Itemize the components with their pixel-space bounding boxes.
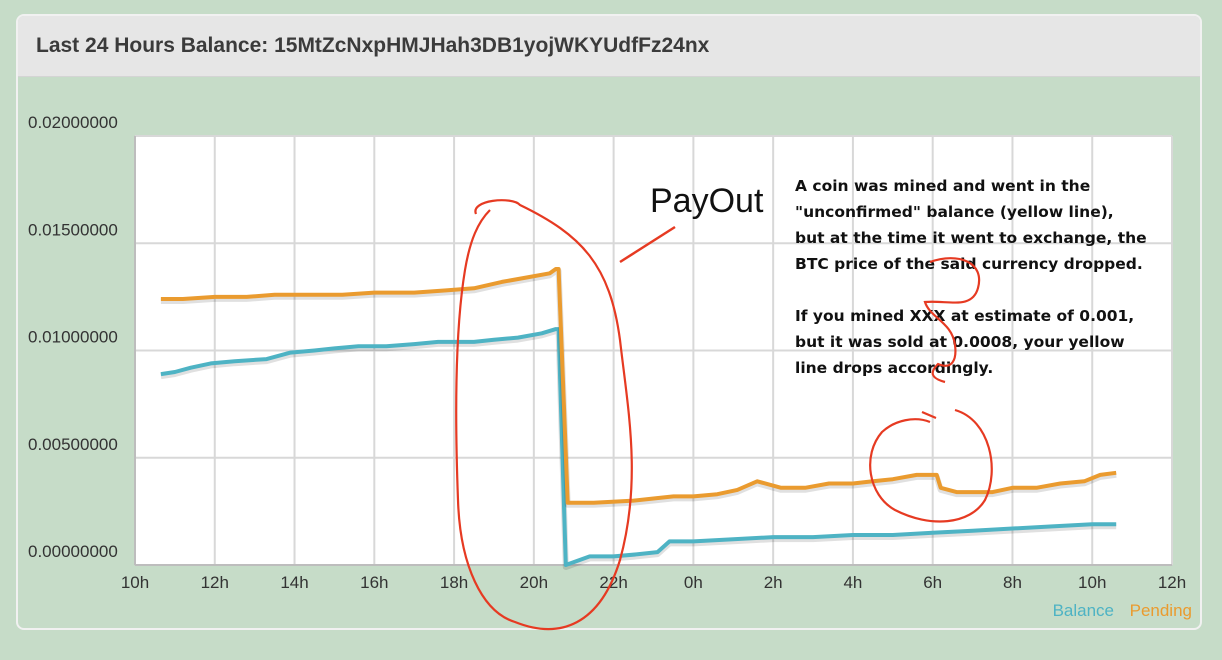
x-tick-label: 2h [764,573,783,592]
x-tick-label: 0h [684,573,703,592]
x-tick-label: 12h [201,573,229,592]
legend-balance: Balance [1053,601,1114,620]
y-tick-label: 0.02000000 [28,113,118,132]
explanation-line: but it was sold at 0.0008, your yellow [795,333,1125,351]
x-tick-label: 18h [440,573,468,592]
x-tick-label: 4h [843,573,862,592]
explanation-line: "unconfirmed" balance (yellow line), [795,203,1114,221]
x-tick-label: 10h [121,573,149,592]
x-tick-label: 8h [1003,573,1022,592]
x-tick-label: 20h [520,573,548,592]
payout-annotation-text: PayOut [650,182,764,220]
x-tick-label: 10h [1078,573,1106,592]
explanation-line: but at the time it went to exchange, the [795,229,1147,247]
legend-pending: Pending [1130,601,1192,620]
explanation-line: A coin was mined and went in the [795,177,1090,195]
x-tick-label: 6h [923,573,942,592]
explanation-line: If you mined XXX at estimate of 0.001, [795,307,1134,325]
x-tick-label: 12h [1158,573,1186,592]
y-tick-label: 0.00000000 [28,542,118,561]
y-tick-label: 0.01000000 [28,328,118,347]
explanation-line: BTC price of the said currency dropped. [795,255,1143,273]
y-tick-label: 0.00500000 [28,435,118,454]
chart-legend: Balance Pending [1053,601,1192,620]
x-tick-label: 14h [280,573,308,592]
x-tick-label: 16h [360,573,388,592]
balance-chart: 10h 12h 14h 16h 18h 20h 22h 0h 2h 4h 6h 8h 10h 12h0.0… [28,113,1192,631]
explanation-line: line drops accordingly. [795,359,993,377]
y-tick-label: 0.01500000 [28,220,118,239]
